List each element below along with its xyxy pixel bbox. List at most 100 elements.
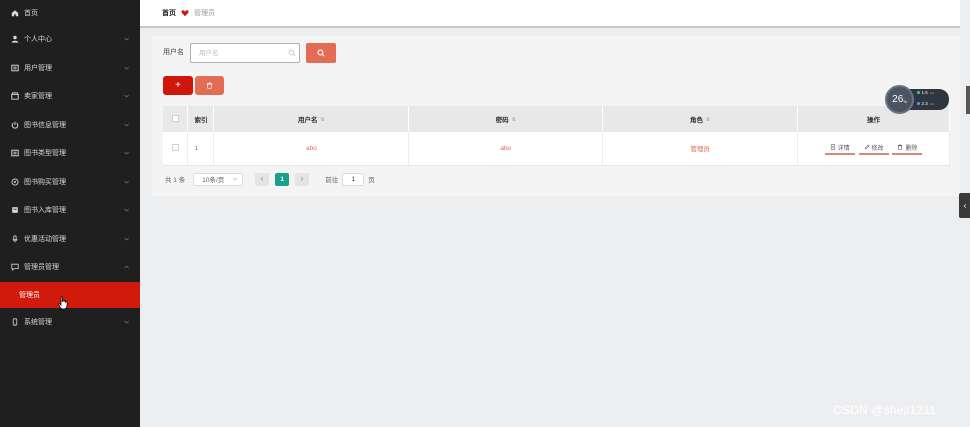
- row-actions: 详情 修改 删除: [797, 132, 950, 166]
- delete-button[interactable]: 删除: [892, 141, 923, 156]
- sidebar-item-label: 图书入库管理: [24, 207, 66, 215]
- sort-icon[interactable]: ⇅: [321, 117, 325, 123]
- sidebar-item-book-purchase[interactable]: 图书购买管理: [0, 168, 140, 197]
- compass-icon: [10, 177, 19, 186]
- content-panel: 用户名 + 索引 用户名⇅ 密码⇅ 角色⇅ 操作: [152, 36, 960, 196]
- chevron-right-icon: [301, 176, 304, 182]
- chevron-down-icon: [124, 94, 129, 98]
- cpu-usage-circle: 26%: [885, 85, 914, 114]
- header-role-label: 角色: [690, 117, 704, 124]
- sidebar-item-book-type[interactable]: 图书类型管理: [0, 139, 140, 168]
- cpu-usage-value: 26: [892, 94, 904, 105]
- select-all-cell[interactable]: [163, 106, 189, 132]
- edge-handle[interactable]: [966, 86, 970, 114]
- sidebar-item-label: 图书购买管理: [24, 178, 66, 186]
- header-username-label: 用户名: [298, 117, 318, 124]
- table-header-row: 索引 用户名 ⇅ 密码 ⇅ 角色 ⇅ 操作: [163, 106, 950, 132]
- chevron-left-icon: [963, 203, 966, 208]
- search-icon: [288, 49, 296, 57]
- sidebar-item-label: 优惠活动管理: [24, 235, 66, 243]
- download-speed: 2.3 K/s: [917, 101, 934, 106]
- heart-icon: [181, 9, 189, 17]
- breadcrumb: 首页 管理员: [140, 0, 960, 28]
- chevron-down-icon: [124, 37, 129, 41]
- edit-button-label: 修改: [871, 145, 884, 152]
- pagination-total: 共 1 条: [165, 177, 186, 184]
- sidebar: 首页 个人中心 用户管理 卖家管理 图书信息管理 图书类型管理 图书购买管理 图…: [0, 0, 140, 427]
- cpu-usage-unit: %: [903, 99, 907, 104]
- sidebar-item-admin-management[interactable]: 管理员管理: [0, 253, 140, 282]
- sidebar-item-book-stock[interactable]: 图书入库管理: [0, 196, 140, 225]
- sidebar-item-label: 个人中心: [24, 36, 52, 44]
- row-index: 1: [187, 132, 215, 166]
- sidebar-subitem-admin[interactable]: 管理员: [0, 281, 140, 308]
- edit-icon: [864, 144, 870, 150]
- grid-icon: [10, 149, 19, 158]
- sort-icon[interactable]: ⇅: [512, 117, 516, 123]
- grid-icon: [10, 63, 19, 72]
- sidebar-item-home[interactable]: 首页: [0, 0, 140, 25]
- search-button[interactable]: [306, 43, 336, 63]
- sidebar-item-user-management[interactable]: 用户管理: [0, 54, 140, 83]
- header-password[interactable]: 密码 ⇅: [408, 106, 604, 132]
- page-number-current[interactable]: 1: [275, 172, 290, 186]
- network-speed-widget[interactable]: 1.5 K/s 2.3 K/s 26%: [885, 85, 949, 114]
- next-page-button[interactable]: [295, 172, 310, 186]
- add-button-label: +: [175, 79, 181, 91]
- mic-icon: [10, 234, 19, 243]
- admin-table: 索引 用户名 ⇅ 密码 ⇅ 角色 ⇅ 操作 1 abo abo 管理员 详情 修…: [163, 106, 950, 166]
- sidebar-item-personal-center[interactable]: 个人中心: [0, 25, 140, 54]
- chat-icon: [10, 263, 19, 272]
- upload-speed-value: 1.5: [921, 90, 928, 95]
- sort-icon[interactable]: ⇅: [706, 117, 710, 123]
- header-actions-label: 操作: [867, 117, 881, 124]
- row-select-cell[interactable]: [163, 132, 189, 166]
- batch-delete-button[interactable]: [195, 76, 224, 95]
- watermark: CSDN @sheji1211: [833, 403, 937, 417]
- sidebar-subitem-label: 管理员: [19, 291, 40, 299]
- header-role[interactable]: 角色 ⇅: [602, 106, 799, 132]
- page-unit-label: 页: [368, 177, 375, 184]
- page-size-value: 10条/页: [202, 177, 225, 184]
- row-role: 管理员: [602, 132, 799, 166]
- table-row: 1 abo abo 管理员 详情 修改 删除: [163, 132, 950, 166]
- chevron-down-icon: [124, 237, 129, 241]
- trash-icon: [898, 144, 903, 150]
- page-size-select[interactable]: 10条/页: [193, 172, 244, 186]
- add-button[interactable]: +: [163, 76, 193, 95]
- sidebar-item-system-management[interactable]: 系统管理: [0, 308, 140, 337]
- pagination: 共 1 条 10条/页 1 前往 页: [165, 172, 375, 186]
- header-username[interactable]: 用户名 ⇅: [213, 106, 410, 132]
- sidebar-item-label: 图书信息管理: [24, 121, 66, 129]
- goto-page-input[interactable]: [342, 172, 365, 186]
- sidebar-item-label: 首页: [24, 9, 38, 17]
- edit-button[interactable]: 修改: [858, 141, 889, 156]
- sidebar-item-label: 卖家管理: [24, 93, 52, 101]
- prev-page-button[interactable]: [255, 172, 270, 186]
- user-icon: [10, 35, 19, 44]
- header-index-label: 索引: [194, 117, 208, 124]
- row-checkbox[interactable]: [171, 143, 179, 151]
- box-icon: [10, 206, 19, 215]
- document-icon: [830, 144, 835, 150]
- detail-button[interactable]: 详情: [824, 141, 855, 156]
- breadcrumb-current: 管理员: [194, 10, 215, 17]
- header-password-label: 密码: [495, 117, 509, 124]
- chevron-down-icon: [124, 180, 129, 184]
- download-dot-icon: [917, 102, 920, 105]
- sidebar-item-promotion[interactable]: 优惠活动管理: [0, 225, 140, 254]
- search-label: 用户名: [163, 49, 184, 56]
- mouse-cursor-icon: [58, 296, 68, 310]
- select-all-checkbox[interactable]: [171, 114, 179, 122]
- username-search-input[interactable]: [190, 43, 300, 63]
- sidebar-item-book-info[interactable]: 图书信息管理: [0, 111, 140, 140]
- breadcrumb-home[interactable]: 首页: [162, 8, 176, 18]
- upload-speed: 1.5 K/s: [917, 90, 934, 95]
- collapse-panel-tab[interactable]: [959, 193, 970, 218]
- chevron-down-icon: [124, 208, 129, 212]
- power-icon: [10, 120, 19, 129]
- row-username: abo: [213, 132, 410, 166]
- home-icon: [10, 8, 19, 17]
- chevron-up-icon: [124, 265, 129, 269]
- sidebar-item-seller-management[interactable]: 卖家管理: [0, 82, 140, 111]
